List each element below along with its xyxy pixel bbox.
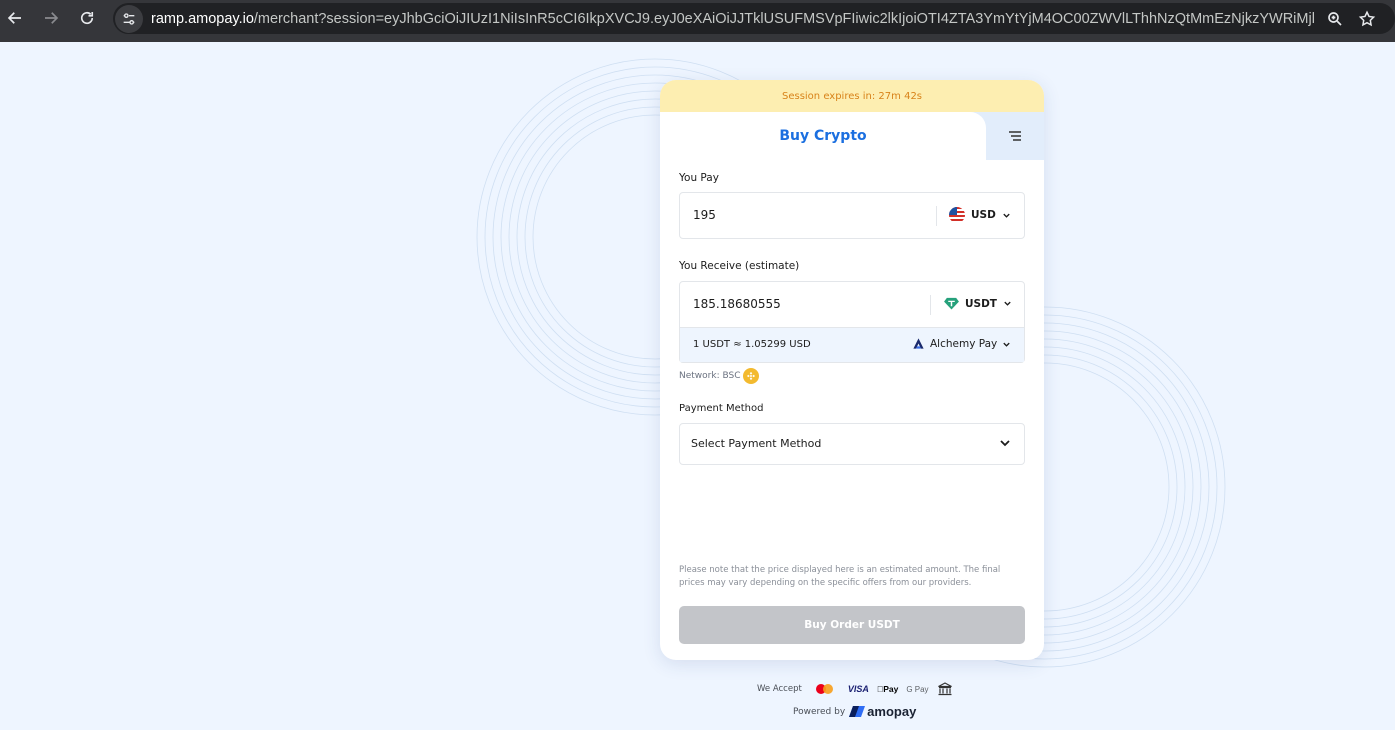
- provider-select[interactable]: Alchemy Pay: [912, 338, 1011, 350]
- site-settings-button[interactable]: [115, 4, 143, 33]
- url-path: /merchant?session=eyJhbGciOiJIUzI1NiIsIn…: [253, 10, 1314, 27]
- tether-icon: [944, 297, 959, 310]
- reload-icon: [80, 11, 94, 25]
- exchange-rate-text: 1 USDT ≈ 1.05299 USD: [693, 339, 811, 350]
- pay-currency-code: USD: [971, 209, 996, 221]
- amopay-logo: amopay: [849, 704, 916, 719]
- you-receive-label: You Receive (estimate): [679, 260, 800, 272]
- back-button[interactable]: [0, 0, 30, 36]
- menu-icon: [1009, 131, 1021, 141]
- chevron-down-icon: [1004, 301, 1011, 306]
- field-divider: [930, 295, 931, 315]
- pay-currency-select[interactable]: USD: [949, 207, 1011, 223]
- bsc-icon: [743, 368, 760, 384]
- receive-currency-code: USDT: [965, 297, 997, 310]
- alchemy-pay-icon: [913, 338, 924, 349]
- network-info: Network: BSC: [679, 368, 760, 384]
- arrow-right-icon: [45, 12, 59, 24]
- accepted-payments: We Accept VISA Pay G Pay: [757, 681, 953, 697]
- url-host: ramp.amopay.io: [151, 10, 254, 27]
- reload-button[interactable]: [69, 0, 105, 36]
- powered-by: Powered by amopay: [793, 704, 916, 719]
- chevron-down-icon: [1000, 440, 1010, 447]
- payment-method-placeholder: Select Payment Method: [691, 437, 822, 450]
- bookmark-star-icon[interactable]: [1358, 10, 1376, 28]
- network-label: Network: BSC: [679, 371, 741, 381]
- buy-crypto-widget: Session expires in: 27m 42s Buy Crypto Y…: [660, 80, 1044, 660]
- we-accept-label: We Accept: [757, 684, 802, 694]
- payment-method-label: Payment Method: [679, 403, 764, 414]
- pay-amount-field[interactable]: 195 USD: [679, 192, 1025, 239]
- browser-toolbar: ramp.amopay.io/merchant?session=eyJhbGci…: [0, 0, 1395, 42]
- address-bar[interactable]: ramp.amopay.io/merchant?session=eyJhbGci…: [113, 3, 1395, 34]
- amopay-brand-text: amopay: [867, 704, 917, 719]
- session-timer-banner: Session expires in: 27m 42s: [660, 80, 1044, 112]
- payment-method-select[interactable]: Select Payment Method: [679, 423, 1025, 465]
- receive-amount-field[interactable]: 185.18680555 USDT 1 USDT ≈ 1.05299 USD A…: [679, 281, 1025, 363]
- apple-pay-text: Pay: [876, 684, 898, 694]
- you-pay-label: You Pay: [679, 172, 719, 184]
- price-disclaimer: Please note that the price displayed her…: [679, 565, 1001, 588]
- receive-currency-select[interactable]: USDT: [944, 297, 1012, 310]
- amopay-logo-icon: [849, 706, 866, 717]
- mastercard-icon: [815, 684, 834, 694]
- receive-amount-value: 185.18680555: [693, 297, 781, 311]
- chevron-down-icon: [1003, 342, 1010, 347]
- url-text[interactable]: ramp.amopay.io/merchant?session=eyJhbGci…: [151, 11, 1314, 27]
- powered-by-label: Powered by: [793, 706, 846, 717]
- forward-button[interactable]: [33, 0, 69, 36]
- widget-tabs: Buy Crypto: [660, 112, 1044, 160]
- chevron-down-icon: [1003, 213, 1010, 218]
- tune-icon: [123, 12, 135, 25]
- exchange-rate-row: 1 USDT ≈ 1.05299 USD Alchemy Pay: [680, 327, 1024, 362]
- pay-amount-input[interactable]: 195: [693, 208, 716, 222]
- bank-icon: [937, 682, 952, 696]
- us-flag-icon: [949, 207, 965, 223]
- menu-button[interactable]: [986, 112, 1044, 160]
- visa-icon: VISA: [847, 684, 869, 694]
- apple-pay-icon: Pay: [877, 684, 899, 694]
- field-divider: [936, 206, 937, 226]
- arrow-left-icon: [7, 12, 21, 24]
- provider-name: Alchemy Pay: [930, 338, 998, 350]
- session-timer-text: Session expires in: 27m 42s: [781, 90, 923, 102]
- buy-order-button[interactable]: Buy Order USDT: [679, 606, 1025, 644]
- tab-buy-crypto[interactable]: Buy Crypto: [660, 112, 986, 160]
- google-pay-icon: G Pay: [899, 684, 928, 694]
- zoom-icon[interactable]: [1326, 10, 1344, 28]
